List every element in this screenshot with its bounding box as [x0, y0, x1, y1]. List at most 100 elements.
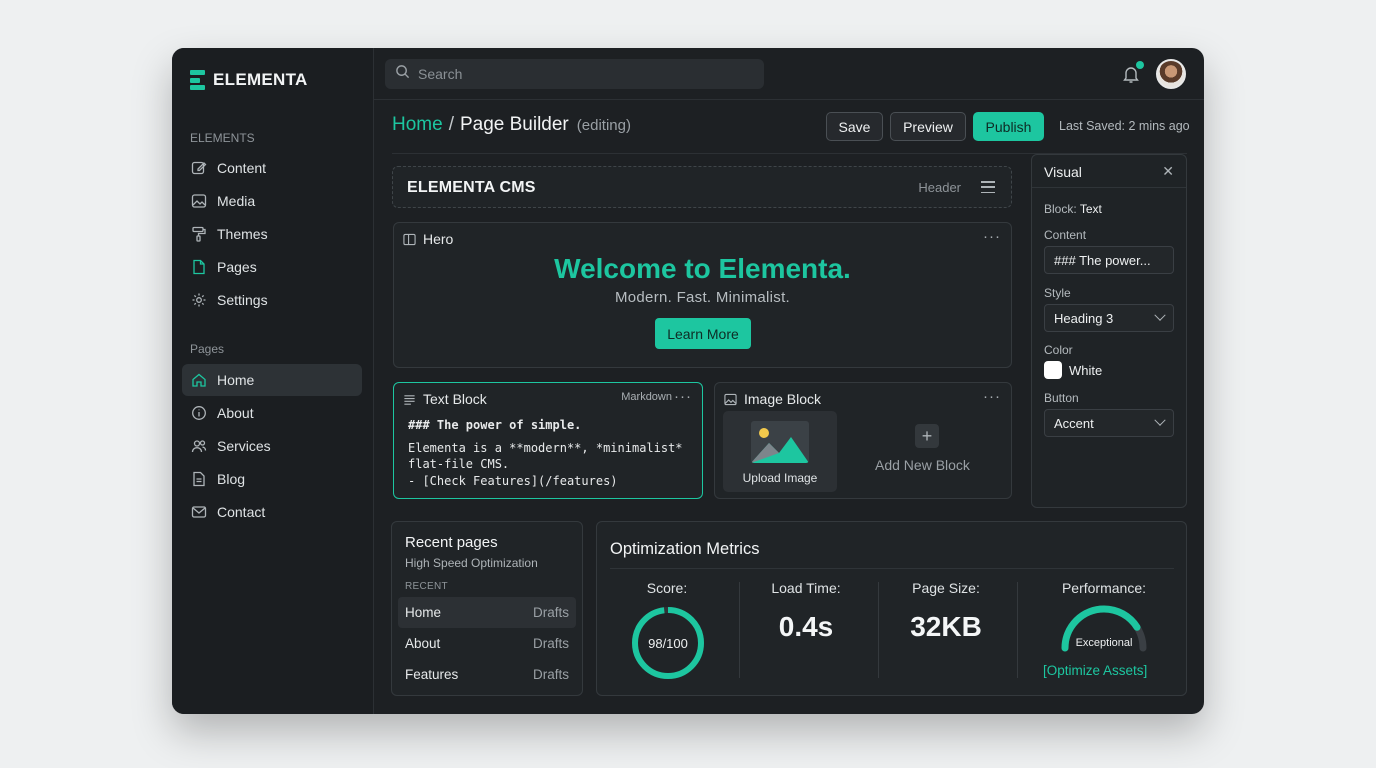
metric-divider: [1017, 582, 1018, 678]
score-label: Score:: [646, 580, 688, 596]
add-block-button[interactable]: +: [915, 424, 939, 448]
sidebar-item-about[interactable]: About: [182, 397, 362, 429]
recent-page-name: Home: [405, 605, 442, 620]
markdown-editor[interactable]: ### The power of simple. Elementa is a **…: [408, 417, 683, 489]
editing-status: (editing): [576, 117, 631, 134]
performance-value: Exceptional: [1075, 637, 1133, 649]
sidebar-item-content[interactable]: Content: [182, 152, 362, 184]
list-item[interactable]: Features Drafts: [398, 659, 576, 690]
mail-icon: [191, 504, 207, 520]
button-style-value: Accent: [1054, 415, 1094, 431]
markdown-line: - [Check Features](/features): [408, 473, 618, 488]
markdown-line: ### The power of simple.: [408, 418, 582, 432]
elements-section-label: ELEMENTS: [190, 131, 255, 145]
chevron-down-icon: [1154, 414, 1166, 426]
sidebar-item-label: Blog: [217, 471, 246, 487]
sidebar-item-services[interactable]: Services: [182, 430, 362, 462]
header-block-title: ELEMENTA CMS: [407, 179, 536, 196]
learn-more-button[interactable]: Learn More: [655, 318, 751, 349]
color-value: White: [1069, 363, 1103, 378]
add-block-label[interactable]: Add New Block: [875, 457, 970, 473]
button-style-select[interactable]: Accent: [1044, 409, 1174, 437]
score-value: 98/100: [648, 635, 688, 651]
content-field-value: ### The power...: [1054, 252, 1151, 268]
sidebar-item-contact[interactable]: Contact: [182, 496, 362, 528]
image-placeholder-icon: [751, 421, 809, 463]
search-icon: [395, 64, 410, 84]
content-label: Content: [1044, 228, 1087, 242]
search-input[interactable]: [418, 66, 738, 82]
load-time-metric: Load Time: 0.4s: [736, 580, 876, 643]
recent-page-name: Features: [405, 667, 459, 682]
markdown-line: flat-file CMS.: [408, 457, 510, 471]
sidebar-item-home[interactable]: Home: [182, 364, 362, 396]
home-icon: [191, 372, 207, 388]
save-button[interactable]: Save: [826, 112, 883, 141]
hero-block[interactable]: Hero ··· Welcome to Elementa. Modern. Fa…: [393, 222, 1012, 368]
style-select[interactable]: Heading 3: [1044, 304, 1174, 332]
block-type-value: Text: [1079, 202, 1102, 216]
text-lines-icon: [404, 394, 415, 405]
app-window: ELEMENTA ELEMENTS Content Media Themes P…: [172, 48, 1204, 714]
notification-badge: [1136, 61, 1144, 69]
paint-roller-icon: [191, 226, 207, 242]
hero-block-label: Hero: [423, 231, 454, 247]
more-options-icon[interactable]: ···: [674, 388, 692, 405]
upload-image-label: Upload Image: [742, 471, 818, 485]
sidebar-item-label: Pages: [217, 259, 257, 275]
recent-page-state: Drafts: [532, 605, 569, 620]
block-type-key: Block:: [1044, 202, 1077, 216]
inspector-divider: [1032, 187, 1186, 188]
recent-page-state: Drafts: [532, 667, 569, 682]
breadcrumb-home-link[interactable]: Home: [392, 114, 443, 136]
page-size-value: 32KB: [910, 611, 982, 642]
sidebar-item-themes[interactable]: Themes: [182, 218, 362, 250]
optimize-assets-link[interactable]: [Optimize Assets]: [1043, 663, 1147, 678]
sidebar-item-blog[interactable]: Blog: [182, 463, 362, 495]
metrics-title: Optimization Metrics: [610, 540, 760, 558]
image-icon: [191, 193, 207, 209]
elements-nav: Content Media Themes Pages Settings: [182, 152, 362, 317]
header-block[interactable]: ELEMENTA CMS Header: [392, 166, 1012, 208]
list-item[interactable]: Home Drafts: [398, 597, 576, 628]
users-icon: [191, 438, 207, 454]
markdown-line: Elementa is a **modern**, *minimalist*: [408, 440, 683, 455]
sidebar-item-settings[interactable]: Settings: [182, 284, 362, 316]
more-options-icon[interactable]: ···: [983, 228, 1001, 245]
header-block-tag: Header: [918, 180, 961, 195]
block-type-label: Block: Text: [1044, 202, 1102, 216]
upload-image-button[interactable]: Upload Image: [723, 411, 837, 492]
avatar[interactable]: [1156, 59, 1186, 89]
brand-logo[interactable]: ELEMENTA: [190, 70, 308, 90]
more-options-icon[interactable]: ···: [983, 388, 1001, 405]
color-label: Color: [1044, 343, 1073, 357]
content-field[interactable]: ### The power...: [1044, 246, 1174, 274]
page-title: Page Builder: [459, 114, 569, 135]
sidebar-item-label: Contact: [217, 504, 266, 520]
brand-mark-icon: [190, 70, 205, 90]
sidebar-item-media[interactable]: Media: [182, 185, 362, 217]
topbar: [374, 48, 1204, 100]
page-size-label: Page Size:: [912, 580, 980, 596]
recent-page-state: Drafts: [532, 636, 569, 651]
load-time-label: Load Time:: [771, 580, 841, 596]
recent-section-label: RECENT: [405, 581, 448, 592]
hero-title: Welcome to Elementa.: [554, 253, 851, 284]
menu-icon[interactable]: [981, 181, 995, 193]
sidebar-item-pages[interactable]: Pages: [182, 251, 362, 283]
search-box[interactable]: [385, 59, 764, 89]
list-item[interactable]: About Drafts: [398, 628, 576, 659]
notifications-button[interactable]: [1122, 61, 1144, 84]
preview-button[interactable]: Preview: [890, 112, 966, 141]
close-icon[interactable]: ✕: [1162, 163, 1174, 180]
text-block[interactable]: Text Block Markdown ··· ### The power of…: [393, 382, 703, 499]
performance-label: Performance:: [1061, 580, 1147, 596]
recent-pages-title: Recent pages: [405, 534, 498, 551]
load-time-value: 0.4s: [778, 611, 834, 642]
file-icon: [191, 259, 207, 275]
publish-button[interactable]: Publish: [973, 112, 1044, 141]
sidebar-item-label: Home: [217, 372, 255, 388]
color-swatch[interactable]: [1044, 361, 1062, 379]
text-block-header: Text Block: [403, 391, 487, 407]
image-block[interactable]: Image Block ··· Upload Image + Add New B…: [714, 382, 1012, 499]
